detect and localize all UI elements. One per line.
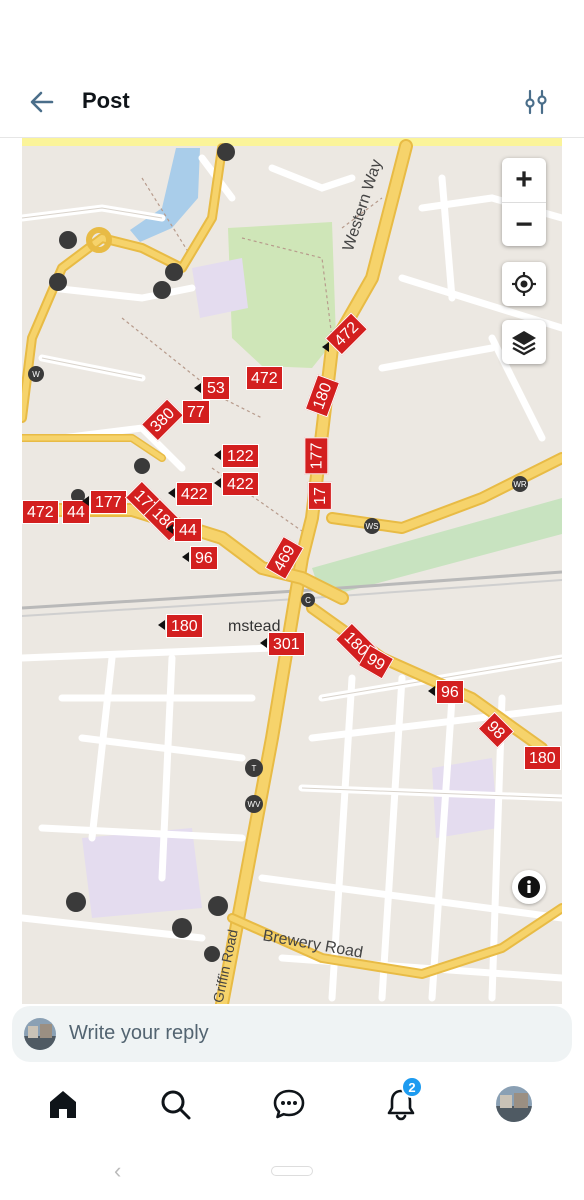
crosshair-icon bbox=[512, 272, 536, 296]
system-home-button[interactable] bbox=[271, 1166, 313, 1176]
bus-label[interactable]: 53 bbox=[202, 376, 230, 400]
tab-messages[interactable] bbox=[267, 1082, 311, 1126]
info-icon bbox=[518, 876, 540, 898]
bus-pointer bbox=[194, 383, 201, 393]
stop-code-w: W bbox=[32, 370, 40, 379]
stop-code-t: T bbox=[252, 764, 257, 773]
stop-code-wv: WV bbox=[248, 800, 262, 809]
zoom-out-button[interactable]: − bbox=[502, 202, 546, 246]
map-info-button[interactable] bbox=[512, 870, 546, 904]
tab-home[interactable] bbox=[41, 1082, 85, 1126]
back-button[interactable] bbox=[22, 82, 62, 122]
bus-pointer bbox=[214, 450, 221, 460]
filter-button[interactable] bbox=[516, 82, 556, 122]
system-nav-bar: ‹ bbox=[0, 1146, 584, 1200]
status-bar bbox=[0, 0, 584, 70]
reply-composer[interactable]: Write your reply bbox=[12, 1006, 572, 1062]
bus-pointer bbox=[82, 496, 89, 506]
bus-pointer bbox=[168, 488, 175, 498]
bus-label[interactable]: 301 bbox=[268, 632, 305, 656]
stop-code-ws: WS bbox=[366, 522, 379, 531]
bus-pointer bbox=[214, 478, 221, 488]
bus-label[interactable]: 177 bbox=[90, 490, 127, 514]
bus-label[interactable]: 177 bbox=[304, 437, 329, 475]
bus-pointer bbox=[260, 638, 267, 648]
bus-label[interactable]: 96 bbox=[190, 546, 218, 570]
notification-badge: 2 bbox=[401, 1076, 423, 1098]
locate-button[interactable] bbox=[502, 262, 546, 306]
system-back-button[interactable]: ‹ bbox=[114, 1158, 121, 1184]
map-view[interactable]: Western Way Brewery Road Griffin Road ms… bbox=[22, 138, 562, 1004]
bus-label[interactable]: 180 bbox=[166, 614, 203, 638]
tab-notifications[interactable]: 2 bbox=[379, 1076, 423, 1126]
bus-label[interactable]: 122 bbox=[222, 444, 259, 468]
bus-pointer bbox=[158, 620, 165, 630]
sliders-icon bbox=[525, 89, 547, 115]
avatar bbox=[24, 1018, 56, 1050]
zoom-in-button[interactable]: + bbox=[502, 158, 546, 202]
search-icon bbox=[161, 1090, 191, 1120]
bus-label[interactable]: 180 bbox=[524, 746, 561, 770]
bus-label[interactable]: 472 bbox=[246, 366, 283, 390]
tab-search[interactable] bbox=[153, 1082, 197, 1126]
stop-code-c: C bbox=[305, 596, 311, 605]
bus-pointer bbox=[322, 342, 329, 352]
tab-profile[interactable] bbox=[492, 1082, 536, 1126]
bus-label[interactable]: 472 bbox=[22, 500, 59, 524]
bus-label[interactable]: 77 bbox=[182, 400, 210, 424]
home-icon bbox=[50, 1091, 76, 1118]
bus-label[interactable]: 422 bbox=[222, 472, 259, 496]
arrow-left-icon bbox=[30, 91, 54, 113]
bus-label[interactable]: 422 bbox=[176, 482, 213, 506]
bus-pointer bbox=[166, 524, 173, 534]
layers-button[interactable] bbox=[502, 320, 546, 364]
bottom-tab-bar: 2 bbox=[0, 1062, 584, 1146]
bus-label[interactable]: 44 bbox=[174, 518, 202, 542]
layers-icon bbox=[512, 331, 536, 356]
bus-pointer bbox=[428, 686, 435, 696]
avatar bbox=[496, 1086, 532, 1122]
zoom-controls: + − bbox=[502, 158, 546, 246]
bus-pointer bbox=[182, 552, 189, 562]
bus-label[interactable]: 96 bbox=[436, 680, 464, 704]
stop-code-wr: WR bbox=[513, 480, 527, 489]
stop-markers: T WV WR WS W C bbox=[28, 143, 528, 962]
chat-bubble-icon bbox=[273, 1089, 305, 1119]
post-header: Post bbox=[0, 70, 584, 138]
page-title: Post bbox=[82, 88, 130, 113]
reply-input[interactable]: Write your reply bbox=[69, 1022, 209, 1045]
bus-label[interactable]: 17 bbox=[307, 482, 332, 510]
